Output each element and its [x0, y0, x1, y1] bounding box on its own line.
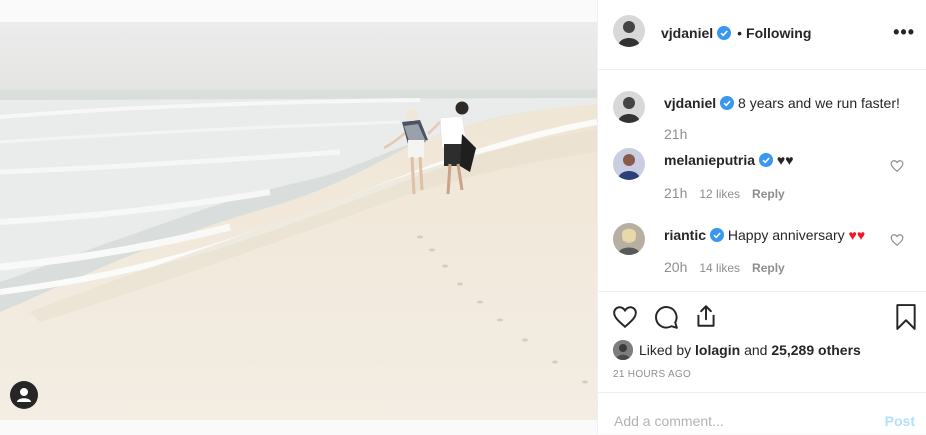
bookmark-icon[interactable] [895, 304, 917, 330]
verified-icon [717, 26, 732, 43]
caption-text: 8 years and we run faster! [738, 95, 900, 111]
comment-emoji: ♥♥ [848, 227, 866, 243]
follow-button[interactable]: Following [746, 25, 811, 41]
comment-username[interactable]: melanieputria [664, 152, 755, 168]
post-photo[interactable] [0, 22, 597, 420]
separator-dot: • [737, 25, 743, 41]
comment-meta: 21h 12 likes Reply [664, 185, 797, 201]
verified-icon [710, 228, 725, 245]
more-icon[interactable]: ••• [893, 23, 915, 41]
user-tag-icon[interactable] [10, 381, 38, 409]
author-username[interactable]: vjdaniel [661, 25, 713, 41]
verified-icon [759, 153, 774, 170]
comment-text: Happy anniversary [727, 227, 845, 243]
author-avatar[interactable] [613, 15, 645, 47]
action-bar [598, 291, 926, 292]
reply-button[interactable]: Reply [752, 187, 785, 201]
comment-item: riantic Happy anniversary ♥♥ [664, 227, 865, 245]
comment-text: ♥♥ [776, 152, 794, 168]
share-icon[interactable] [693, 303, 719, 329]
post-header: vjdaniel • Following ••• [598, 0, 926, 70]
comment-avatar[interactable] [613, 148, 645, 180]
liker-username[interactable]: lolagin [695, 342, 740, 358]
post-timestamp[interactable]: 21 HOURS AGO [613, 369, 691, 380]
likes-summary: Liked by lolagin and 25,289 others [613, 340, 861, 360]
comment-like-icon[interactable] [890, 233, 904, 247]
comment-icon[interactable] [653, 304, 679, 330]
verified-icon [720, 96, 735, 113]
post-panel: vjdaniel • Following ••• vjdaniel 8 years … [597, 0, 926, 434]
post-button[interactable]: Post [885, 413, 915, 429]
comment-username[interactable]: riantic [664, 227, 706, 243]
liker-avatar[interactable] [613, 340, 633, 360]
caption-time[interactable]: 21h [664, 126, 687, 142]
likes-count[interactable]: 25,289 others [771, 342, 861, 358]
comment-likes[interactable]: 12 likes [699, 187, 740, 201]
caption-avatar[interactable] [613, 91, 645, 123]
likes-prefix: Liked by [639, 342, 692, 358]
comment-input[interactable]: Add a comment... [614, 413, 724, 429]
comment-form: Add a comment... Post [598, 392, 926, 435]
likes-conjunction: and [744, 342, 768, 358]
comment-item: melanieputria ♥♥ [664, 152, 794, 170]
comment-likes[interactable]: 14 likes [699, 261, 740, 275]
heart-icon[interactable] [612, 304, 638, 330]
reply-button[interactable]: Reply [752, 261, 785, 275]
caption-username[interactable]: vjdaniel [664, 95, 716, 111]
comment-time[interactable]: 20h [664, 259, 687, 275]
comment-meta: 20h 14 likes Reply [664, 259, 797, 275]
comment-avatar[interactable] [613, 223, 645, 255]
caption: vjdaniel 8 years and we run faster! [664, 95, 900, 113]
comment-time[interactable]: 21h [664, 185, 687, 201]
comment-like-icon[interactable] [890, 159, 904, 173]
